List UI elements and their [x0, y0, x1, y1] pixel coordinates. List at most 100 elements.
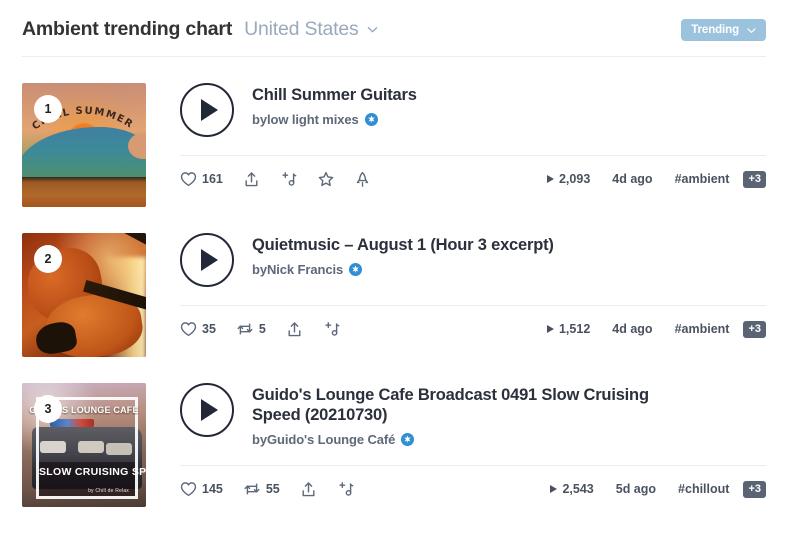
region-label: United States	[244, 17, 359, 40]
repost-count: 55	[265, 482, 280, 496]
add-to-playlist-button[interactable]	[337, 481, 354, 498]
page-title: Ambient trending chart	[22, 17, 233, 40]
more-tags-badge[interactable]: +3	[743, 320, 766, 338]
track-meta-row: 161 2,093 4d ago #ambient +3	[180, 169, 766, 189]
track-divider	[180, 155, 766, 156]
track-actions: 35 5	[180, 321, 360, 338]
rank-badge: 2	[34, 245, 62, 273]
like-button[interactable]: 145	[180, 481, 223, 497]
like-count: 145	[202, 482, 223, 496]
more-tags-badge[interactable]: +3	[743, 480, 766, 498]
like-button[interactable]: 35	[180, 321, 216, 337]
artwork-container[interactable]: GUIDO'S LOUNGE CAFE SLOW CRUISING SPEED …	[22, 383, 146, 507]
play-button[interactable]	[180, 383, 234, 437]
track-row: CHILL SUMMER GUITARS 1 Chill	[22, 83, 766, 207]
track-row: GUIDO'S LOUNGE CAFE SLOW CRUISING SPEED …	[22, 383, 766, 507]
track-divider	[180, 465, 766, 466]
add-to-playlist-button[interactable]	[323, 321, 340, 338]
heart-icon	[180, 171, 197, 187]
play-count-stat: 2,093	[546, 172, 591, 186]
chart-header: Ambient trending chart United States Tre…	[0, 0, 788, 46]
artist-name[interactable]: low light mixes	[267, 112, 359, 127]
play-button[interactable]	[180, 233, 234, 287]
track-details: Quietmusic – August 1 (Hour 3 excerpt) b…	[180, 233, 766, 357]
artwork-container[interactable]: CHILL SUMMER GUITARS 1	[22, 83, 146, 207]
rank-badge: 3	[34, 395, 62, 423]
track-titles: Chill Summer Guitars by low light mixes	[252, 83, 417, 127]
play-icon	[201, 399, 218, 421]
add-to-playlist-icon	[323, 321, 340, 338]
play-count: 1,512	[558, 322, 591, 336]
track-meta-row: 35 5 1,512 4d ago #ambient +3	[180, 319, 766, 339]
region-selector[interactable]: United States	[244, 18, 378, 41]
add-to-playlist-button[interactable]	[280, 171, 297, 188]
favorite-button[interactable]	[317, 171, 335, 188]
track-details: Guido's Lounge Cafe Broadcast 0491 Slow …	[180, 383, 766, 507]
track-tag[interactable]: #ambient	[675, 172, 730, 186]
repost-button[interactable]: 55	[243, 481, 280, 497]
play-count-stat: 1,512	[546, 322, 591, 336]
repost-count: 5	[258, 322, 266, 336]
track-title[interactable]: Chill Summer Guitars	[252, 85, 417, 105]
track-artist-line: by low light mixes	[252, 112, 417, 127]
like-count: 35	[202, 322, 216, 336]
share-button[interactable]	[300, 481, 317, 498]
heart-icon	[180, 481, 197, 497]
artwork-container[interactable]: 2	[22, 233, 146, 357]
artist-name[interactable]: Nick Francis	[267, 262, 343, 277]
rank-badge: 1	[34, 95, 62, 123]
track-header: Guido's Lounge Cafe Broadcast 0491 Slow …	[180, 383, 766, 447]
play-button[interactable]	[180, 83, 234, 137]
artwork-bottom-band: SLOW CRUISING SPEED by Chill de Relax	[39, 462, 146, 496]
add-to-playlist-icon	[337, 481, 354, 498]
track-details: Chill Summer Guitars by low light mixes	[180, 83, 766, 207]
track-tag[interactable]: #chillout	[678, 482, 729, 496]
like-button[interactable]: 161	[180, 171, 223, 187]
artwork-ground	[22, 177, 146, 207]
share-button[interactable]	[243, 171, 260, 188]
trending-filter-label: Trending	[691, 24, 739, 36]
artist-name[interactable]: Guido's Lounge Café	[267, 432, 395, 447]
like-count: 161	[202, 172, 223, 186]
repost-icon	[236, 321, 254, 337]
track-header: Chill Summer Guitars by low light mixes	[180, 83, 766, 137]
artwork-violin-neck	[67, 233, 146, 246]
trending-filter-button[interactable]: Trending	[681, 19, 766, 41]
share-button[interactable]	[286, 321, 303, 338]
play-count: 2,093	[558, 172, 591, 186]
play-icon	[201, 99, 218, 121]
by-prefix: by	[252, 112, 267, 127]
by-prefix: by	[252, 262, 267, 277]
artwork-sub-text: by Chill de Relax	[88, 488, 129, 494]
track-divider	[180, 305, 766, 306]
track-stats: 1,512 4d ago #ambient +3	[546, 320, 766, 338]
by-prefix: by	[252, 432, 267, 447]
track-title[interactable]: Guido's Lounge Cafe Broadcast 0491 Slow …	[252, 385, 692, 425]
play-icon	[201, 249, 218, 271]
promote-icon	[355, 171, 370, 188]
track-stats: 2,093 4d ago #ambient +3	[546, 170, 766, 188]
repost-button[interactable]: 5	[236, 321, 266, 337]
star-icon	[317, 171, 335, 188]
play-small-icon	[546, 175, 554, 183]
track-artist-line: by Nick Francis	[252, 262, 554, 277]
track-header: Quietmusic – August 1 (Hour 3 excerpt) b…	[180, 233, 766, 287]
track-age: 5d ago	[615, 482, 657, 496]
track-titles: Quietmusic – August 1 (Hour 3 excerpt) b…	[252, 233, 554, 277]
track-title[interactable]: Quietmusic – August 1 (Hour 3 excerpt)	[252, 235, 554, 255]
share-icon	[300, 481, 317, 498]
promote-button[interactable]	[355, 171, 370, 188]
more-tags-badge[interactable]: +3	[743, 170, 766, 188]
ambient-trending-chart-page: Ambient trending chart United States Tre…	[0, 0, 788, 555]
track-actions: 161	[180, 171, 390, 188]
track-tag[interactable]: #ambient	[675, 322, 730, 336]
chevron-down-icon	[366, 23, 379, 36]
track-stats: 2,543 5d ago #chillout +3	[550, 480, 766, 498]
track-age: 4d ago	[612, 172, 653, 186]
track-meta-row: 145 55 2,543 5d ago #chillout +3	[180, 479, 766, 499]
track-list: CHILL SUMMER GUITARS 1 Chill	[0, 83, 788, 507]
add-to-playlist-icon	[280, 171, 297, 188]
verified-badge-icon	[364, 113, 378, 126]
header-divider	[22, 56, 766, 57]
share-icon	[243, 171, 260, 188]
